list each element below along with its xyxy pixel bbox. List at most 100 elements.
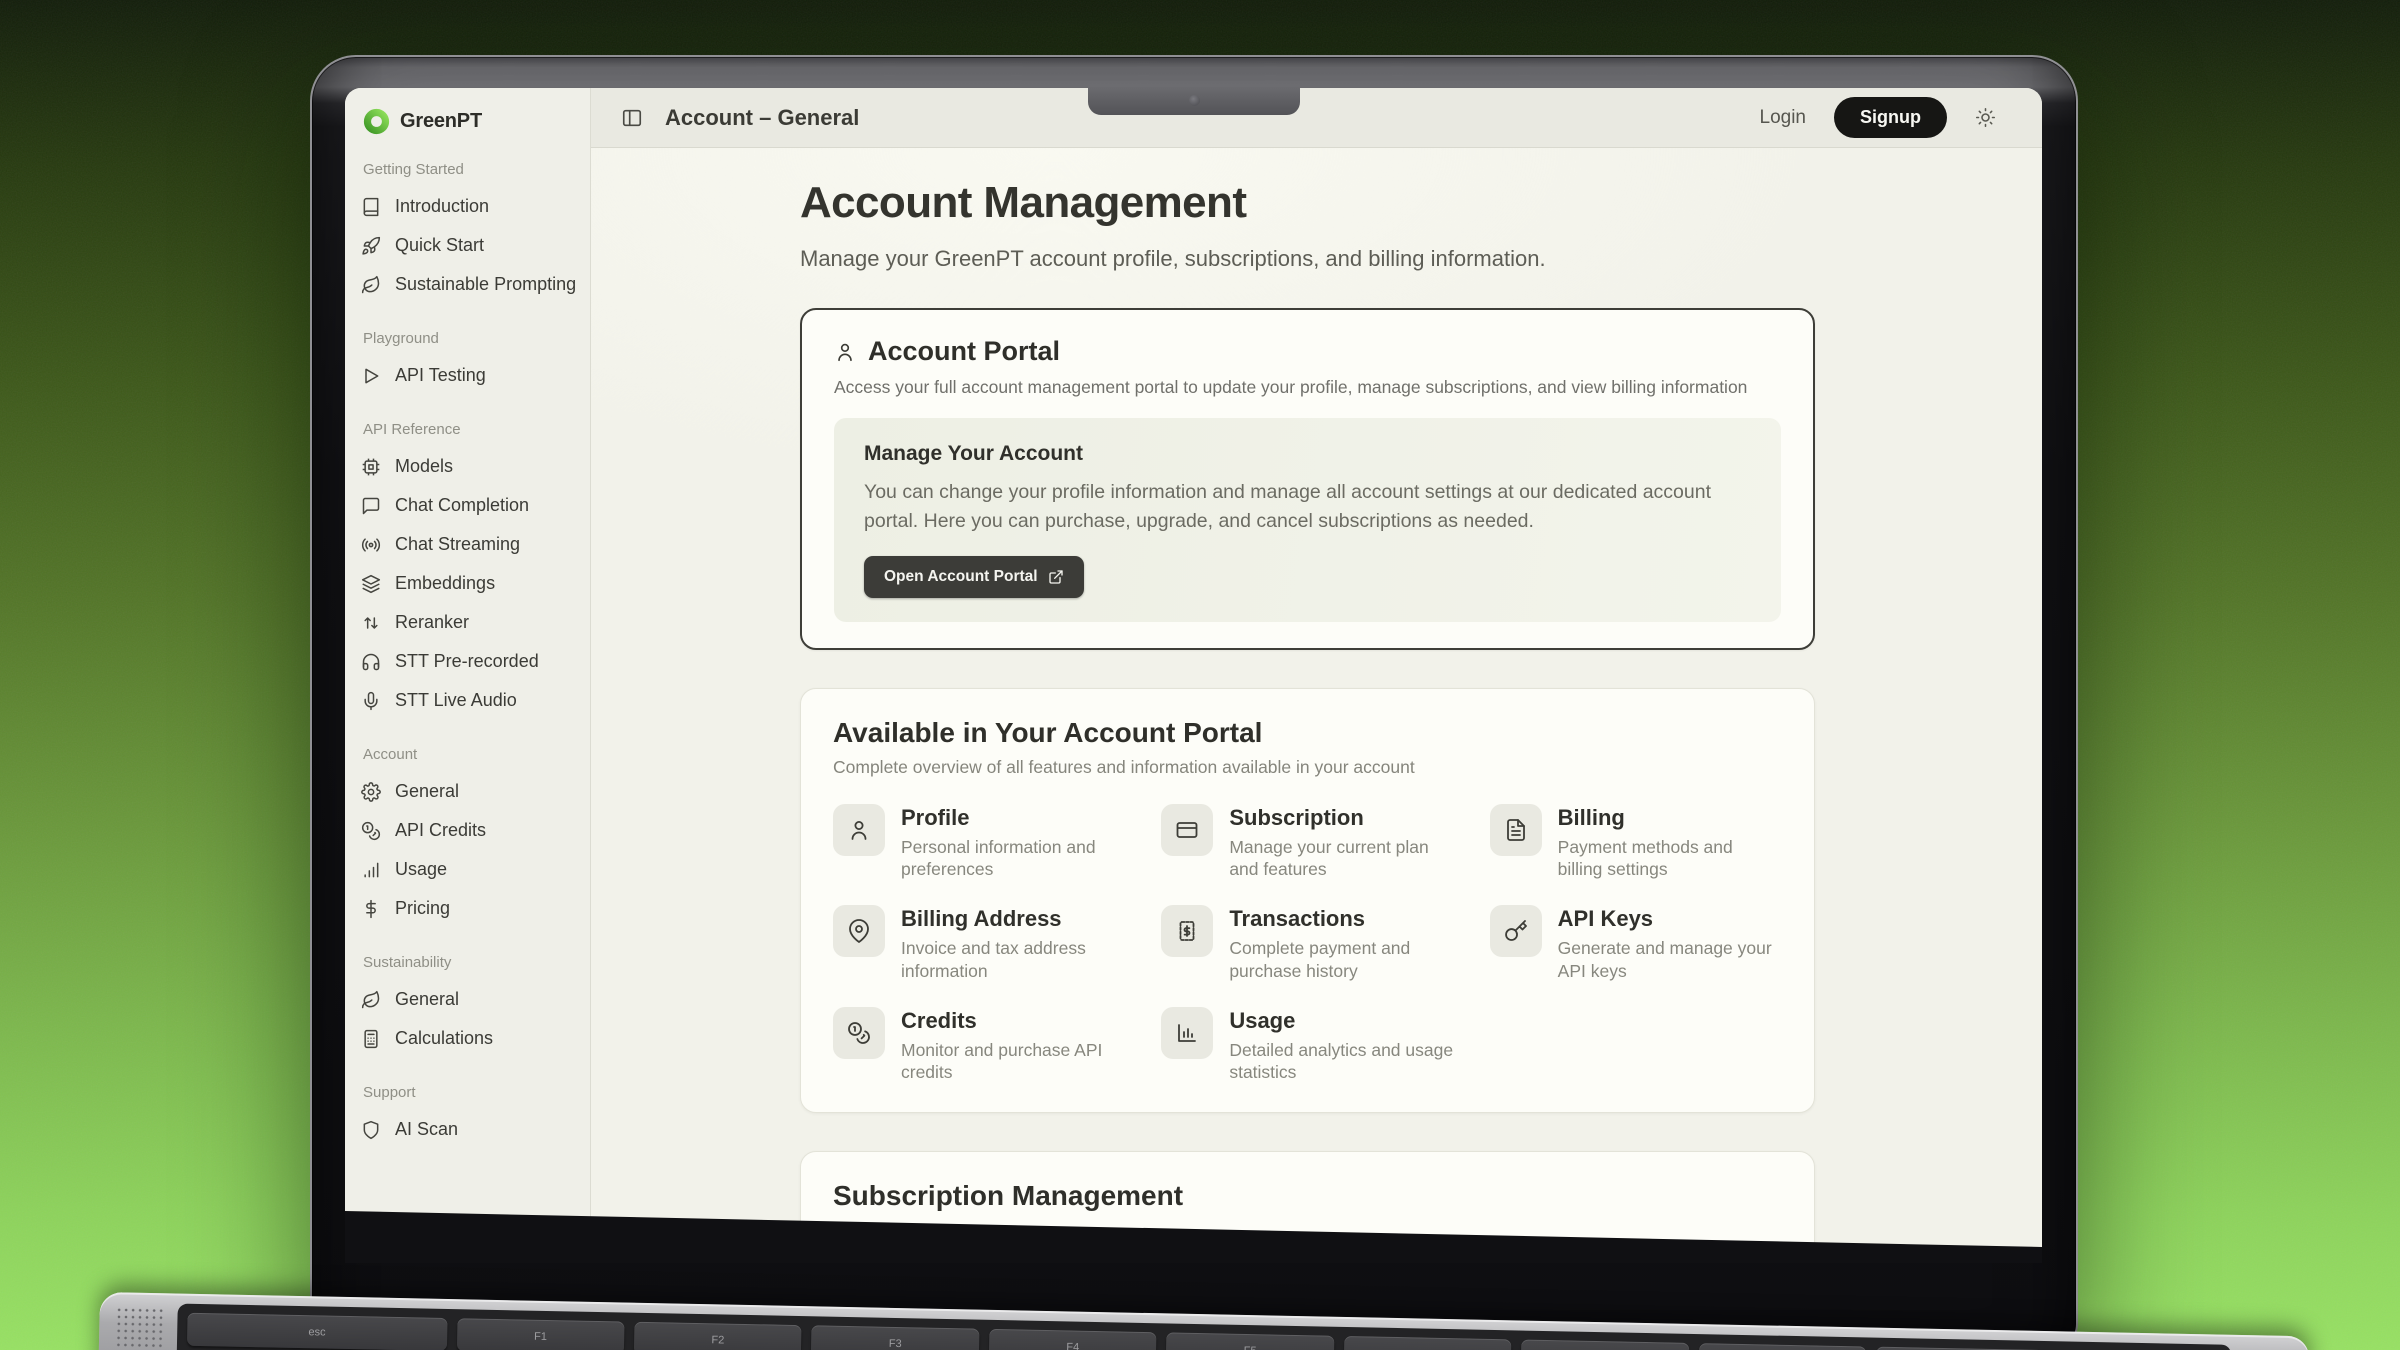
calculator-icon <box>361 1029 381 1049</box>
features-card-subtitle: Complete overview of all features and in… <box>833 757 1782 778</box>
sidebar-item-calculations[interactable]: Calculations <box>361 1019 580 1058</box>
sidebar-item-stt-pre-recorded[interactable]: STT Pre-recorded <box>361 642 580 681</box>
sidebar-item-label: API Credits <box>395 820 486 841</box>
feature-description: Detailed analytics and usage statistics <box>1229 1039 1453 1085</box>
credit-card-icon <box>1161 804 1213 856</box>
sidebar-item-usage[interactable]: Usage <box>361 850 580 889</box>
speaker-grille <box>113 1306 164 1350</box>
feature-title: Profile <box>901 805 1125 831</box>
sidebar-item-label: Chat Streaming <box>395 534 520 555</box>
external-link-icon <box>1048 569 1064 585</box>
feature-title: Billing Address <box>901 906 1125 932</box>
sidebar-item-sustainability-general[interactable]: General <box>361 980 580 1019</box>
greenpt-ring-logo-icon <box>363 108 390 135</box>
open-account-portal-button[interactable]: Open Account Portal <box>864 556 1084 598</box>
sun-icon[interactable] <box>1975 107 1996 128</box>
sidebar-nav: Getting Started Introduction Quick Start… <box>361 161 580 1149</box>
sidebar-item-label: Sustainable Prompting <box>395 274 576 295</box>
subscription-management-card: Subscription Management <box>800 1151 1815 1263</box>
sidebar-item-label: STT Live Audio <box>395 690 517 711</box>
sidebar-item-account-general[interactable]: General <box>361 772 580 811</box>
page-title: Account Management <box>800 178 1815 228</box>
feature-description: Generate and manage your API keys <box>1558 937 1782 983</box>
keyboard-key: F7 <box>1521 1340 1689 1350</box>
feature-description: Manage your current plan and features <box>1229 836 1453 882</box>
user-icon <box>834 341 856 363</box>
features-grid: Profile Personal information and prefere… <box>833 804 1782 1085</box>
nav-section-label: Account <box>363 746 580 763</box>
manage-account-title: Manage Your Account <box>864 442 1751 466</box>
feature-title: API Keys <box>1558 906 1782 932</box>
keyboard-key: F4 <box>989 1329 1157 1350</box>
sidebar-item-reranker[interactable]: Reranker <box>361 603 580 642</box>
headphones-icon <box>361 652 381 672</box>
gear-icon <box>361 782 381 802</box>
sidebar-item-sustainable-prompting[interactable]: Sustainable Prompting <box>361 265 580 304</box>
laptop-screen: GreenPT Getting Started Introduction Qui… <box>345 88 2042 1263</box>
feature-billing: Billing Payment methods and billing sett… <box>1490 804 1782 882</box>
login-link[interactable]: Login <box>1760 107 1807 129</box>
sidebar-item-label: General <box>395 781 459 802</box>
nav-section-label: API Reference <box>363 421 580 438</box>
topbar-actions: Login Signup <box>1760 97 1997 138</box>
feature-credits: Credits Monitor and purchase API credits <box>833 1007 1125 1085</box>
sidebar-item-embeddings[interactable]: Embeddings <box>361 564 580 603</box>
sidebar-item-chat-completion[interactable]: Chat Completion <box>361 486 580 525</box>
feature-title: Billing <box>1558 805 1782 831</box>
leaf-icon <box>361 990 381 1010</box>
key-icon <box>1490 905 1542 957</box>
dollar-icon <box>361 899 381 919</box>
coins-icon <box>833 1007 885 1059</box>
rocket-icon <box>361 236 381 256</box>
sidebar-item-label: Quick Start <box>395 235 484 256</box>
feature-title: Transactions <box>1229 906 1453 932</box>
sidebar-item-label: General <box>395 989 459 1010</box>
manage-account-body: You can change your profile information … <box>864 478 1751 536</box>
user-icon <box>833 804 885 856</box>
logo[interactable]: GreenPT <box>361 108 580 135</box>
camera-dot <box>1189 95 1200 106</box>
shield-icon <box>361 1120 381 1140</box>
sort-arrows-icon <box>361 613 381 633</box>
sidebar-item-label: Models <box>395 456 453 477</box>
feature-description: Monitor and purchase API credits <box>901 1039 1125 1085</box>
broadcast-icon <box>361 535 381 555</box>
sidebar-item-label: Reranker <box>395 612 469 633</box>
subscription-card-title: Subscription Management <box>833 1180 1782 1212</box>
feature-subscription: Subscription Manage your current plan an… <box>1161 804 1453 882</box>
sidebar-item-introduction[interactable]: Introduction <box>361 187 580 226</box>
sidebar-item-label: Pricing <box>395 898 450 919</box>
feature-description: Complete payment and purchase history <box>1229 937 1453 983</box>
background: GreenPT Getting Started Introduction Qui… <box>0 0 2400 1350</box>
leaf-icon <box>361 275 381 295</box>
laptop-lid: GreenPT Getting Started Introduction Qui… <box>310 55 2078 1350</box>
sidebar-item-label: Introduction <box>395 196 489 217</box>
feature-description: Personal information and preferences <box>901 836 1125 882</box>
sidebar-toggle-icon[interactable] <box>621 107 643 129</box>
card-title: Account Portal <box>868 336 1060 367</box>
sidebar-item-models[interactable]: Models <box>361 447 580 486</box>
keyboard-key: F3 <box>811 1325 979 1350</box>
sidebar-item-stt-live-audio[interactable]: STT Live Audio <box>361 681 580 720</box>
map-pin-icon <box>833 905 885 957</box>
signup-button[interactable]: Signup <box>1834 97 1947 138</box>
sidebar: GreenPT Getting Started Introduction Qui… <box>345 88 591 1263</box>
feature-api-keys: API Keys Generate and manage your API ke… <box>1490 905 1782 983</box>
bar-chart-icon <box>361 860 381 880</box>
topbar-title: Account – General <box>665 105 859 131</box>
sidebar-item-chat-streaming[interactable]: Chat Streaming <box>361 525 580 564</box>
sidebar-item-ai-scan[interactable]: AI Scan <box>361 1110 580 1149</box>
keyboard-key: F1 <box>456 1318 624 1350</box>
feature-title: Credits <box>901 1008 1125 1034</box>
page-subtitle: Manage your GreenPT account profile, sub… <box>800 246 1815 272</box>
sidebar-item-label: API Testing <box>395 365 486 386</box>
sidebar-item-quick-start[interactable]: Quick Start <box>361 226 580 265</box>
sidebar-item-api-credits[interactable]: API Credits <box>361 811 580 850</box>
feature-profile: Profile Personal information and prefere… <box>833 804 1125 882</box>
sidebar-item-api-testing[interactable]: API Testing <box>361 356 580 395</box>
sidebar-item-pricing[interactable]: Pricing <box>361 889 580 928</box>
feature-billing-address: Billing Address Invoice and tax address … <box>833 905 1125 983</box>
play-icon <box>361 366 381 386</box>
sidebar-item-label: Embeddings <box>395 573 495 594</box>
nav-section-label: Support <box>363 1084 580 1101</box>
